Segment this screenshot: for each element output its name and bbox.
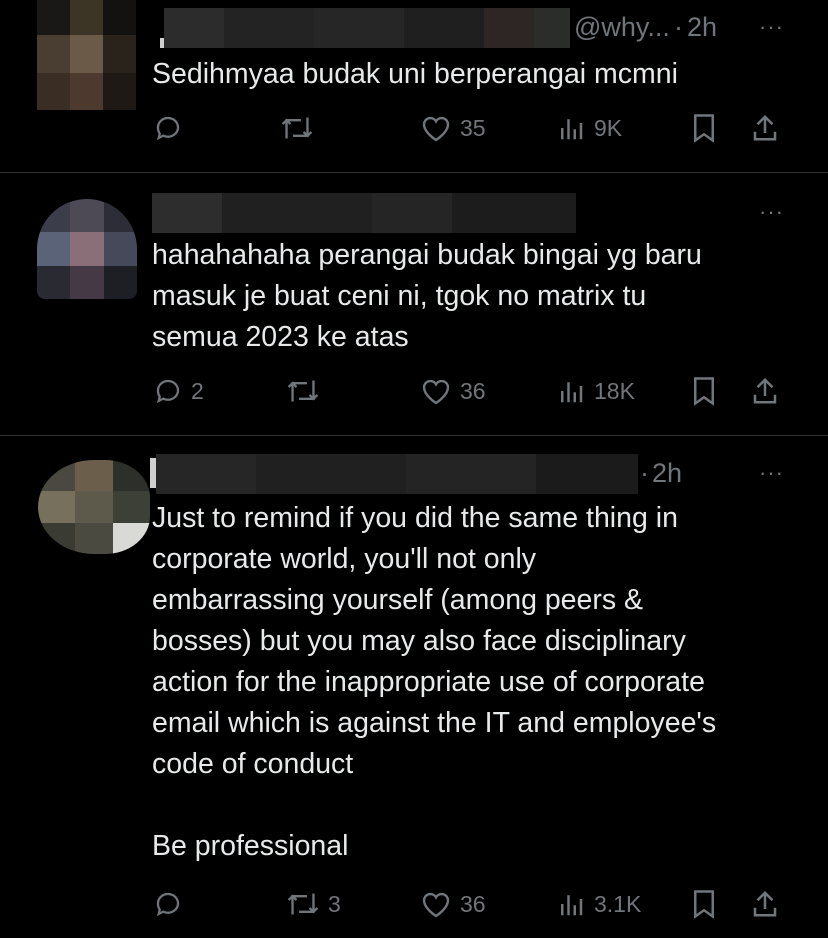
reply-icon — [156, 379, 180, 404]
like-count: 36 — [460, 890, 486, 917]
bookmark-button[interactable] — [690, 371, 718, 411]
views-button[interactable]: 3.1K — [556, 884, 641, 924]
author-handle[interactable]: @why... · 2h — [574, 12, 717, 43]
retweet-count: 3 — [328, 890, 341, 917]
tweet-3[interactable]: · 2h ··· Just to remind if you did the sa… — [0, 436, 828, 938]
bookmark-button[interactable] — [690, 108, 718, 148]
more-options-icon[interactable]: ··· — [759, 14, 784, 40]
tweet-1[interactable]: @why... · 2h ··· Sedihmyaa budak uni berpe… — [0, 0, 828, 172]
share-icon — [753, 890, 777, 917]
reply-button[interactable] — [153, 884, 191, 924]
bookmark-icon — [694, 114, 714, 143]
views-icon — [561, 382, 583, 403]
retweet-icon — [287, 893, 319, 915]
action-bar: 2 36 18K — [0, 371, 828, 411]
tweet-text: Just to remind if you did the same thing… — [152, 502, 717, 862]
retweet-icon — [287, 380, 319, 402]
heart-icon — [422, 379, 450, 405]
reply-count: 2 — [191, 377, 204, 404]
reply-button[interactable]: 2 — [153, 371, 204, 411]
views-icon — [561, 895, 583, 916]
tweet-2[interactable]: ··· hahahahaha perangai budak bingai yg … — [0, 173, 828, 435]
tweet-text: Sedihmyaa budak uni berperangai mcmni — [152, 58, 678, 90]
share-button[interactable] — [750, 371, 780, 411]
share-button[interactable] — [750, 108, 780, 148]
views-count: 18K — [594, 377, 635, 404]
heart-icon — [422, 116, 450, 142]
more-options-icon[interactable]: ··· — [759, 460, 784, 486]
retweet-icon — [281, 117, 313, 139]
bookmark-button[interactable] — [690, 884, 718, 924]
like-count: 36 — [460, 377, 486, 404]
redacted-author-name — [152, 8, 570, 48]
action-bar: 3 36 3.1K — [0, 884, 828, 924]
views-icon — [561, 119, 583, 140]
retweet-button[interactable] — [286, 371, 328, 411]
heart-icon — [422, 892, 450, 918]
retweet-button[interactable]: 3 — [286, 884, 341, 924]
redacted-author-name — [150, 454, 638, 494]
avatar[interactable] — [37, 199, 137, 299]
avatar[interactable] — [38, 460, 150, 554]
avatar[interactable] — [37, 0, 136, 110]
reply-icon — [156, 892, 180, 917]
views-button[interactable]: 18K — [556, 371, 635, 411]
like-button[interactable]: 36 — [420, 371, 486, 411]
tweet-text: hahahahaha perangai budak bingai yg baru… — [152, 239, 702, 353]
action-bar: 35 9K — [0, 108, 828, 148]
post-time[interactable]: · 2h — [640, 458, 682, 489]
bookmark-icon — [694, 890, 714, 919]
share-button[interactable] — [750, 884, 780, 924]
views-count: 9K — [594, 114, 623, 141]
tweet-header: @why... · 2h ··· — [150, 8, 828, 48]
share-icon — [753, 377, 777, 404]
tweet-header: ··· — [150, 193, 828, 233]
reply-icon — [156, 116, 180, 141]
share-icon — [753, 114, 777, 141]
views-count: 3.1K — [594, 890, 642, 917]
tweet-header: · 2h ··· — [150, 454, 828, 494]
retweet-button[interactable] — [280, 108, 322, 148]
reply-button[interactable] — [153, 108, 191, 148]
views-button[interactable]: 9K — [556, 108, 622, 148]
more-options-icon[interactable]: ··· — [759, 199, 784, 225]
like-count: 35 — [460, 114, 486, 141]
like-button[interactable]: 35 — [420, 108, 486, 148]
like-button[interactable]: 36 — [420, 884, 486, 924]
redacted-author-name — [152, 193, 576, 233]
bookmark-icon — [694, 377, 714, 406]
